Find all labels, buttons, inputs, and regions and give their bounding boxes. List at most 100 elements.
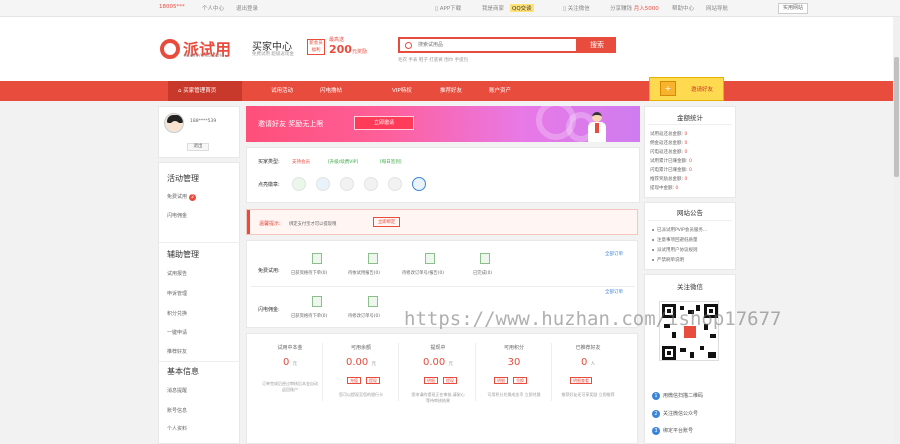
share-amount: 月入5000 [633,6,659,12]
sidebar-item-points[interactable]: 积分兑换 [167,310,187,317]
watermark: https://www.huzhan.com/ishop17677 [404,308,782,330]
notice-item[interactable]: 严禁刷单说明 [652,257,684,263]
trial-step-4[interactable]: 已完成(0) [473,270,492,276]
top-bar: 18005*** 个人中心 退出登录 ▯ APP下载 我是商家 QQ交谈 ▯ 关… [0,0,900,17]
sidebar-item-free-trial[interactable]: 免费试用 2 [167,193,197,201]
page-scrollbar[interactable] [893,17,900,444]
finance-label: 试用返还总金额: [650,132,684,137]
warning-box: 温馨提示: 绑定支付宝才可以提现哦 立即绑定 [246,209,638,235]
app-download-link[interactable]: ▯ APP下载 [435,4,461,12]
phone-icon[interactable] [316,177,330,191]
points-exchange-button[interactable]: 兑换 [513,377,527,384]
sidebar-item-appeals[interactable]: 申诉管理 [167,290,187,297]
finance-label: 闪电返还总金额: [650,150,684,155]
withdraw-action-button[interactable]: 提现 [443,377,457,384]
stat-value-referrals-num: 0 [580,357,588,368]
stat-title-balance: 可用余额 [350,345,371,351]
finance-value: 0 [684,141,688,146]
finance-line: 佣金返还总金额: 0 [650,140,687,146]
nav-flash-post[interactable]: 闪电撸帖 [320,81,342,101]
merchant-link[interactable]: 我是商家 [482,4,504,12]
nav-home[interactable]: ⌂ 买家管理首页 [168,81,242,101]
stat-note-principal: 订单完成后经过审核后本金自动返回账户 [262,381,318,392]
phone-number: 18005*** [159,4,185,10]
flash-all-orders-link[interactable]: 全部订单 [605,289,623,295]
nav-assets[interactable]: 账户资产 [489,81,511,101]
invite-friends-button[interactable]: + 邀请好友 [649,77,724,101]
section-assist-title: 辅助管理 [167,250,199,259]
search-input[interactable] [418,39,568,51]
wechat-step-3-label: 绑定平台账号 [663,428,694,434]
finance-line: 提现中金额: 0 [650,185,678,191]
trial-step-1[interactable]: 已获资格待下单(0) [291,270,327,276]
sidebar-item-account[interactable]: 账号信息 [167,407,187,414]
stat-unit-principal: 元 [292,362,298,367]
nav-recommend[interactable]: 推荐好友 [440,81,462,101]
finance-value: 0 [688,159,692,164]
hot-words[interactable]: 毛衣 手表 鞋子 打底裤 围巾 手提包 [398,57,468,63]
email-icon[interactable] [292,177,306,191]
section-basic-title: 基本信息 [167,367,199,376]
stat-value-withdrawing: 0.00 元 [410,357,466,368]
notice-item[interactable]: 已派试用PVIP会员服务... [652,227,707,233]
trial-all-orders-link[interactable]: 全部订单 [605,251,623,257]
wechat-icon[interactable] [340,177,354,191]
referral-detail-button[interactable]: 明细查看 [570,377,592,384]
finance-value: 0 [684,132,688,137]
points-detail-button[interactable]: 明细 [494,377,508,384]
flash-step-2[interactable]: 待修改订单号(0) [348,313,380,319]
sidebar-item-one-click[interactable]: 一键申请 [167,329,187,336]
withdraw-detail-button[interactable]: 明细 [424,377,438,384]
stat-value-referrals: 0 人 [560,357,616,368]
profile-logout-button[interactable]: 退出 [187,143,209,151]
modify-step-icon [425,253,435,264]
notice-item-label: 派试用用户协议规则 [657,248,698,253]
trial-step-2[interactable]: 待依试用报告(0) [348,270,380,276]
personal-center-link[interactable]: 个人中心 [202,4,224,12]
quick-link-button[interactable]: 实用网站 [778,3,809,14]
sidebar-item-profile[interactable]: 个人资料 [167,425,187,432]
recharge-button[interactable]: 充值 [347,377,361,384]
scrollbar-thumb[interactable] [894,57,899,177]
logo-icon[interactable] [160,39,180,59]
flash-label: 闪电佣金: [258,307,280,313]
avatar[interactable] [164,113,184,133]
notice-item[interactable]: 派试用用户协议规则 [652,247,698,253]
stat-note-points: 可用积分兑换成金币 立即兑换 [487,392,541,397]
help-center-link[interactable]: 帮助中心 [672,4,694,12]
trial-step-3[interactable]: 待修改订单号/报告(0) [402,270,444,276]
notice-item[interactable]: 注意事项回避低质量 [652,237,698,243]
upgrade-vip-link[interactable]: [升级/续费VIP] [328,159,358,165]
nav-vip[interactable]: VIP特权 [392,81,412,101]
withdraw-button[interactable]: 提现 [366,377,380,384]
sidebar-item-trial-report[interactable]: 试用报告 [167,270,187,277]
taobao-icon[interactable] [412,177,426,191]
flash-step-1[interactable]: 已获资格待下单(0) [291,313,327,319]
daily-checkin-link[interactable]: [每日签到] [380,159,402,165]
finance-title: 金额统计 [677,114,703,122]
complete-step-icon [480,253,490,264]
alipay-icon[interactable] [388,177,402,191]
qq-chat-button[interactable]: QQ交谈 [510,4,534,12]
share-earn-link[interactable]: 分享赚钱 月入5000 [610,4,659,12]
site-nav-link[interactable]: 网站导航 [706,4,728,12]
nav-trial-activity[interactable]: 试用活动 [271,81,293,101]
stat-unit-withdrawing: 元 [448,362,453,367]
banner-invite-button[interactable]: 立即邀请 [354,116,414,130]
bind-now-button[interactable]: 立即绑定 [373,217,401,227]
finance-value: 0 [688,168,692,173]
stat-value-principal-num: 0 [282,357,290,368]
sidebar-item-messages[interactable]: 消息提醒 [167,387,187,394]
logout-link[interactable]: 退出登录 [236,4,258,12]
section-activity-title: 活动管理 [167,174,199,183]
follow-wechat-link[interactable]: ▯ 关注微信 [563,4,590,12]
invite-banner[interactable]: 邀请好友 奖励无上限 立即邀请 [246,106,640,142]
search-button[interactable]: 搜索 [578,37,616,53]
stat-note-withdrawing: 您申请的提现正在审核,请耐心等待审核结果 [411,392,465,403]
stat-title-principal: 试用中本金 [277,345,303,351]
sidebar-item-recommend[interactable]: 推荐好友 [167,348,187,355]
sidebar-item-flash-commission[interactable]: 闪电佣金 [167,212,187,219]
finance-value: 0 [684,177,688,182]
card-icon[interactable] [364,177,378,191]
finance-line: 推荐奖励总金额: 0 [650,176,687,182]
